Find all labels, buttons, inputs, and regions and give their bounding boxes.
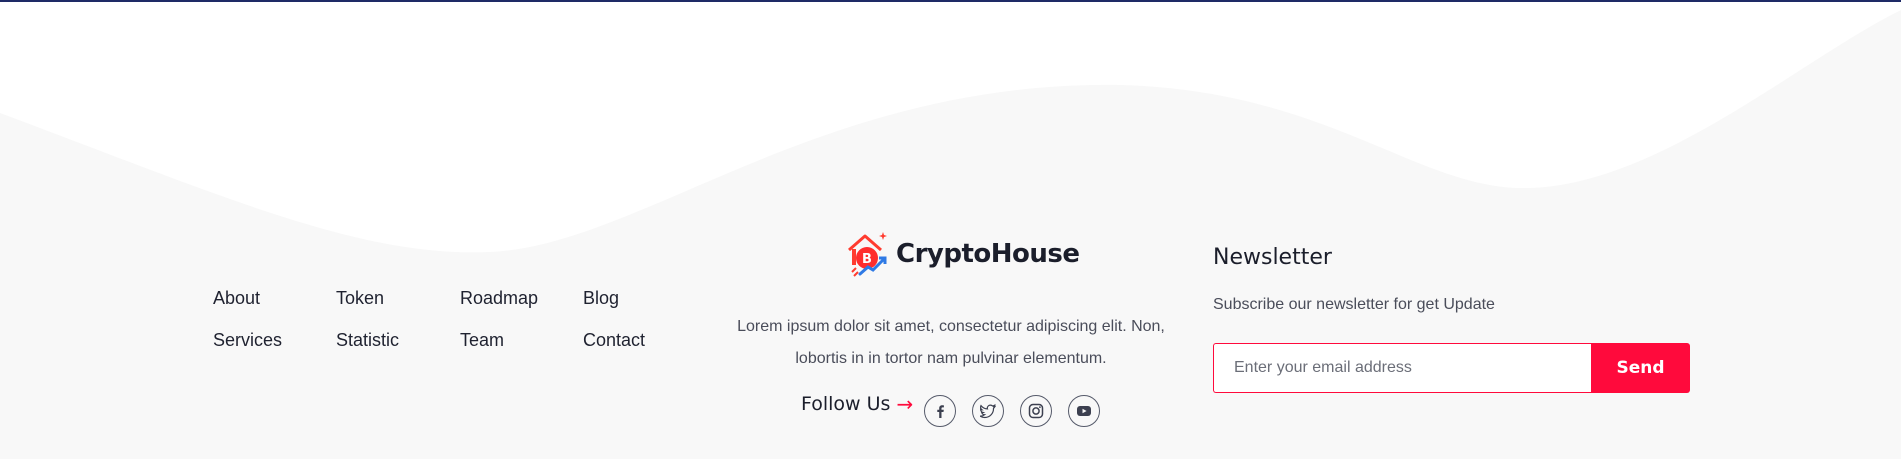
twitter-icon [980,403,996,419]
footer-link-blog[interactable]: Blog [583,288,619,309]
newsletter-subtitle: Subscribe our newsletter for get Update [1213,296,1495,313]
footer-link-services[interactable]: Services [213,330,282,351]
footer-link-contact[interactable]: Contact [583,330,645,351]
footer-link-team[interactable]: Team [460,330,504,351]
footer-link-statistic[interactable]: Statistic [336,330,399,351]
instagram-link[interactable] [1020,395,1052,427]
follow-us: Follow Us → [801,393,913,415]
twitter-link[interactable] [972,395,1004,427]
follow-us-label: Follow Us [801,393,891,415]
send-button[interactable]: Send [1591,343,1690,393]
footer-link-about[interactable]: About [213,288,260,309]
svg-text:B: B [862,252,872,267]
arrow-right-icon: → [896,392,914,416]
brand-logo[interactable]: B CryptoHouse [846,228,1080,280]
newsletter-title: Newsletter [1213,245,1332,270]
youtube-link[interactable] [1068,395,1100,427]
brand-name: CryptoHouse [896,239,1080,269]
facebook-link[interactable] [924,395,956,427]
house-bitcoin-logo-icon: B [848,232,887,277]
youtube-icon [1077,406,1091,416]
email-input[interactable] [1213,343,1591,393]
footer-description: Lorem ipsum dolor sit amet, consectetur … [737,318,1165,367]
facebook-icon [937,405,944,418]
instagram-icon [1028,403,1044,419]
footer-link-roadmap[interactable]: Roadmap [460,288,538,309]
footer-link-token[interactable]: Token [336,288,384,309]
